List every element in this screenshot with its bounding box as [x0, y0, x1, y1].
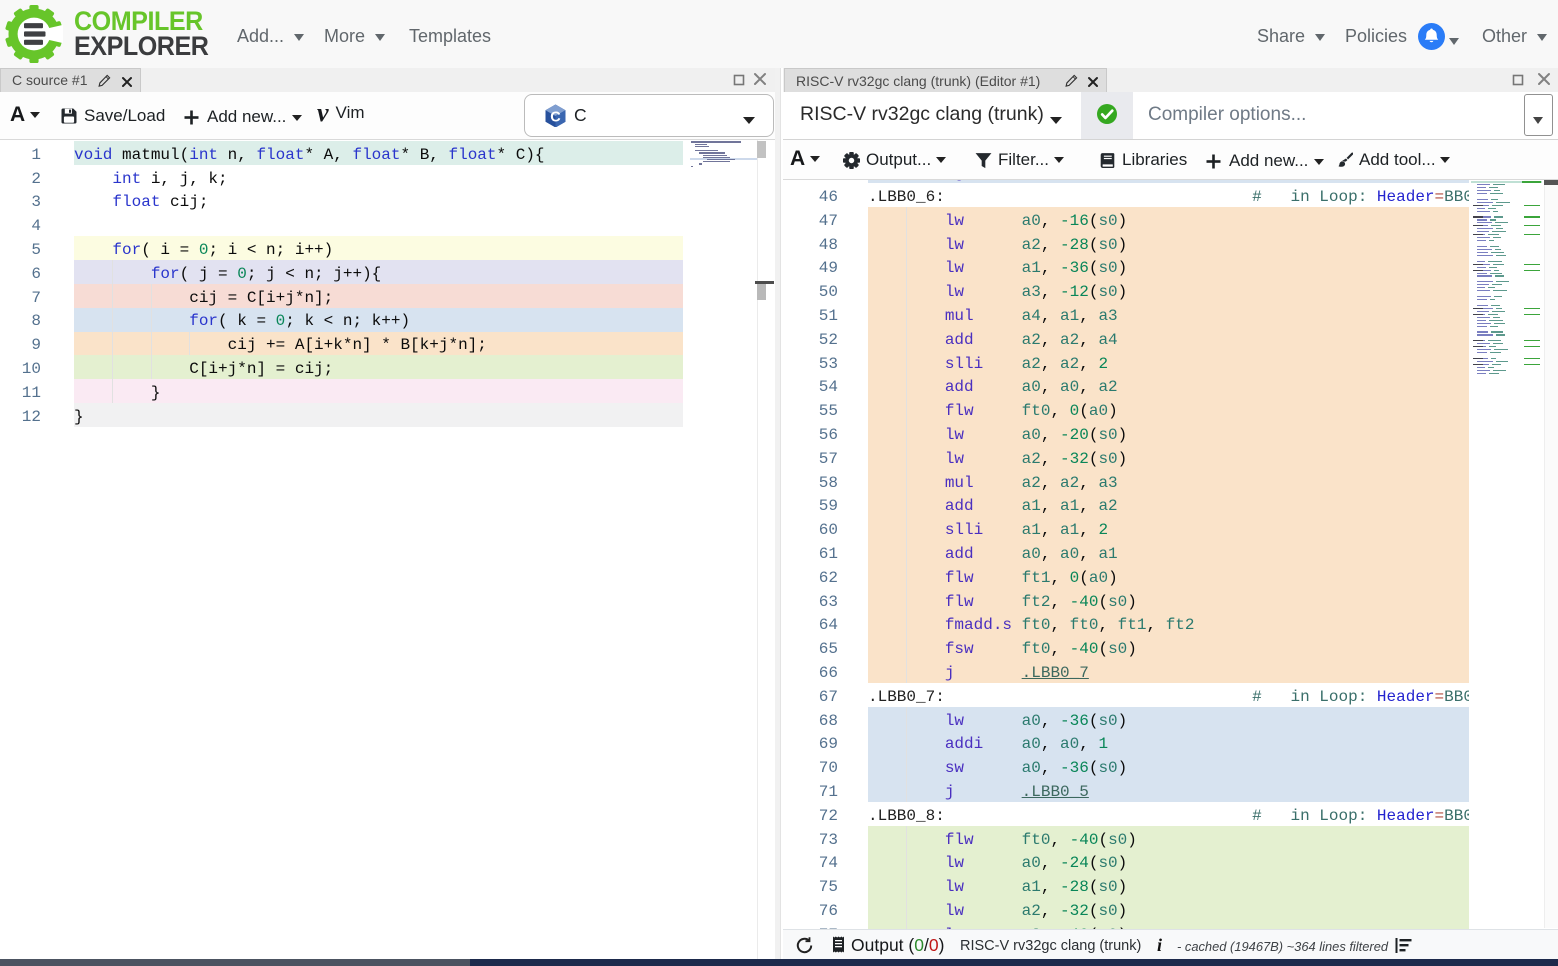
svg-text:C: C [550, 109, 561, 125]
